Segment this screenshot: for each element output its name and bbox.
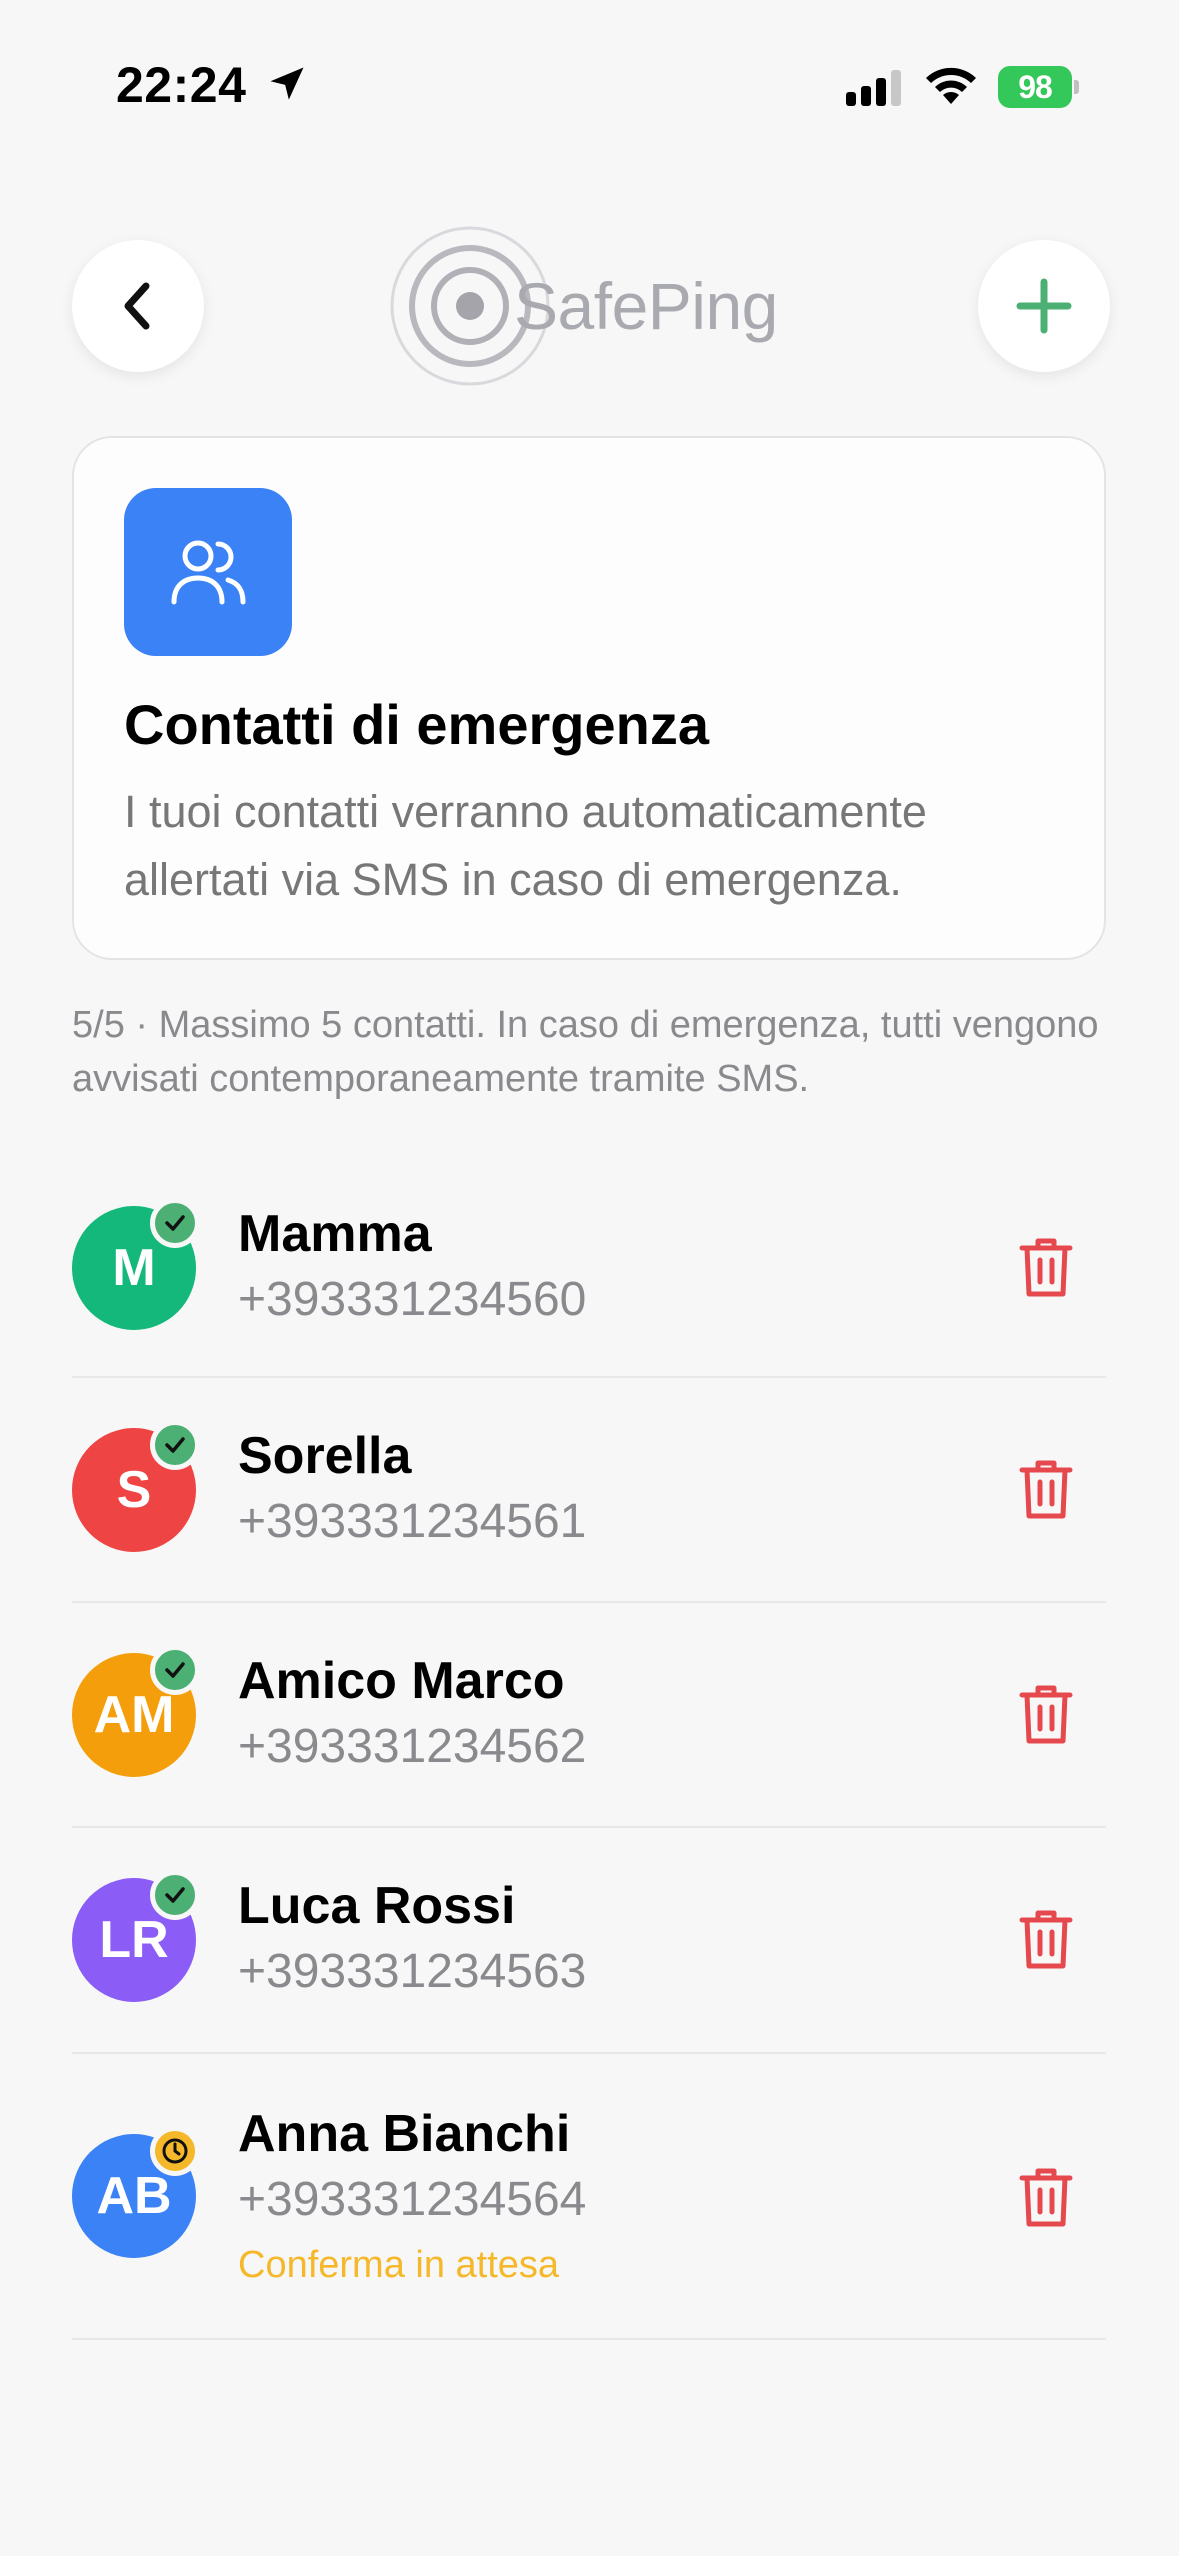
location-arrow-icon <box>270 67 304 100</box>
add-contact-button[interactable] <box>978 240 1110 372</box>
contact-name: Mamma <box>238 1205 432 1263</box>
delete-contact-icon[interactable] <box>1016 1456 1076 1522</box>
back-button[interactable] <box>72 240 204 372</box>
users-icon <box>171 540 246 605</box>
confirmed-badge-icon <box>150 1645 200 1695</box>
app-logo: SafePing <box>388 224 778 388</box>
pending-clock-badge-icon <box>150 2126 200 2176</box>
contact-row: M Mamma +393331234560 <box>72 1150 1106 1378</box>
contact-phone: +393331234561 <box>238 1495 587 1548</box>
battery-cap <box>1074 80 1079 94</box>
confirmed-badge-icon <box>150 1420 200 1470</box>
status-time: 22:24 <box>116 57 247 113</box>
contact-name: Luca Rossi <box>238 1877 516 1935</box>
contact-row: AB Anna Bianchi +393331234564 Conferma i… <box>72 2054 1106 2340</box>
contact-phone: +393331234560 <box>238 1273 587 1326</box>
contact-phone: +393331234564 <box>238 2173 587 2226</box>
delete-contact-icon[interactable] <box>1016 1234 1076 1300</box>
chevron-left-icon <box>124 282 150 330</box>
plus-icon <box>1016 278 1072 334</box>
wifi-icon <box>926 67 976 104</box>
contact-row: S Sorella +393331234561 <box>72 1378 1106 1603</box>
cellular-signal-icon <box>846 70 901 106</box>
delete-contact-icon[interactable] <box>1016 2164 1076 2230</box>
contact-name: Anna Bianchi <box>238 2105 571 2163</box>
contact-name: Sorella <box>238 1427 412 1485</box>
contact-status-pending: Conferma in attesa <box>238 2244 560 2286</box>
status-bar: 22:24 98 <box>0 0 1179 170</box>
contact-row: AM Amico Marco +393331234562 <box>72 1603 1106 1828</box>
battery-indicator: 98 <box>998 64 1080 110</box>
confirmed-badge-icon <box>150 1870 200 1920</box>
delete-contact-icon[interactable] <box>1016 1681 1076 1747</box>
info-title: Contatti di emergenza <box>124 693 709 756</box>
delete-contact-icon[interactable] <box>1016 1906 1076 1972</box>
contact-row: LR Luca Rossi +393331234563 <box>72 1828 1106 2054</box>
contact-phone: +393331234563 <box>238 1945 587 1998</box>
battery-level: 98 <box>998 66 1072 108</box>
contacts-icon-tile <box>124 488 292 656</box>
confirmed-badge-icon <box>150 1198 200 1248</box>
contact-phone: +393331234562 <box>238 1720 587 1773</box>
info-description: I tuoi contatti verranno automaticamente… <box>124 786 927 905</box>
logo-text: SafePing <box>514 269 778 343</box>
contact-limit-note: 5/5 · Massimo 5 contatti. In caso di eme… <box>72 1004 1099 1100</box>
contact-name: Amico Marco <box>238 1652 565 1710</box>
info-card: Contatti di emergenza I tuoi contatti ve… <box>72 436 1106 960</box>
